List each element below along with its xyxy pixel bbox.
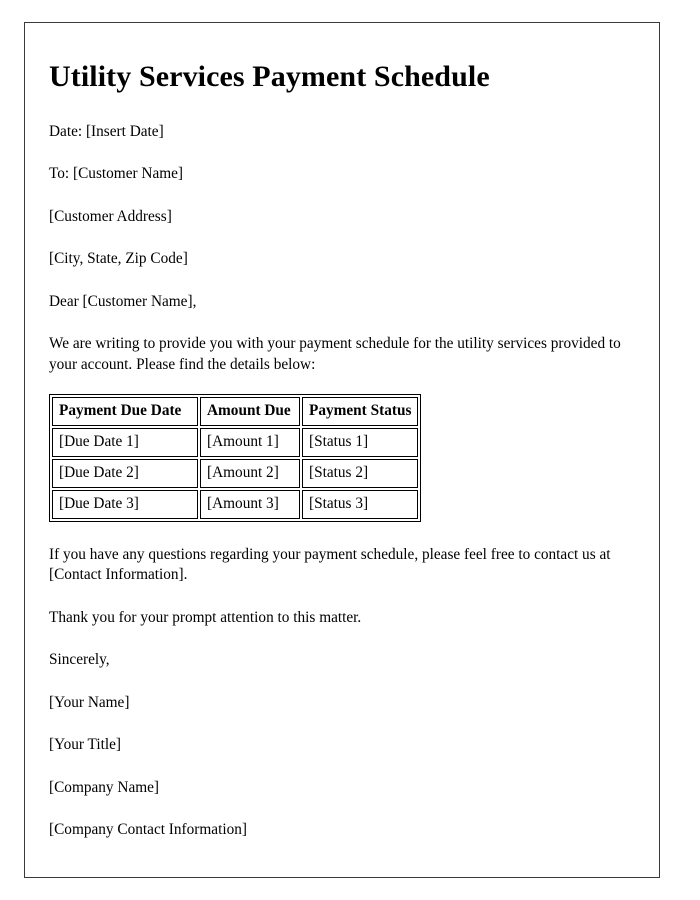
- city-state-zip-line: [City, State, Zip Code]: [49, 250, 188, 268]
- signoff-line: Sincerely,: [49, 651, 110, 669]
- cell-status: [Status 3]: [302, 490, 419, 519]
- signature-company-contact: [Company Contact Information]: [49, 821, 247, 839]
- table-row: [Due Date 2] [Amount 2] [Status 2]: [52, 459, 419, 489]
- document-page: Utility Services Payment Schedule Date: …: [24, 22, 660, 878]
- intro-paragraph: We are writing to provide you with your …: [49, 335, 621, 373]
- cell-status: [Status 1]: [302, 428, 419, 458]
- column-header-payment-status: Payment Status: [302, 397, 419, 427]
- cell-due-date: [Due Date 1]: [52, 428, 198, 458]
- cell-amount: [Amount 3]: [200, 490, 300, 519]
- signature-name: [Your Name]: [49, 693, 130, 711]
- cell-due-date: [Due Date 2]: [52, 459, 198, 489]
- payment-schedule-table: Payment Due Date Amount Due Payment Stat…: [49, 394, 422, 522]
- signature-company: [Company Name]: [49, 778, 160, 796]
- address-line: [Customer Address]: [49, 207, 172, 225]
- signature-title: [Your Title]: [49, 736, 121, 754]
- closing-paragraph: If you have any questions regarding your…: [49, 545, 611, 584]
- page-title: Utility Services Payment Schedule: [49, 60, 490, 93]
- table-row: [Due Date 3] [Amount 3] [Status 3]: [52, 490, 419, 519]
- date-line: Date: [Insert Date]: [49, 123, 164, 140]
- cell-status: [Status 2]: [302, 459, 419, 489]
- salutation-line: Dear [Customer Name],: [49, 292, 197, 310]
- cell-amount: [Amount 1]: [200, 428, 300, 458]
- thanks-paragraph: Thank you for your prompt attention to t…: [49, 608, 362, 626]
- recipient-line: To: [Customer Name]: [49, 165, 184, 183]
- cell-amount: [Amount 2]: [200, 459, 300, 489]
- column-header-payment-due-date: Payment Due Date: [52, 397, 198, 427]
- table-header-row: Payment Due Date Amount Due Payment Stat…: [52, 397, 419, 427]
- cell-due-date: [Due Date 3]: [52, 490, 198, 519]
- column-header-amount-due: Amount Due: [200, 397, 300, 427]
- table-row: [Due Date 1] [Amount 1] [Status 1]: [52, 428, 419, 458]
